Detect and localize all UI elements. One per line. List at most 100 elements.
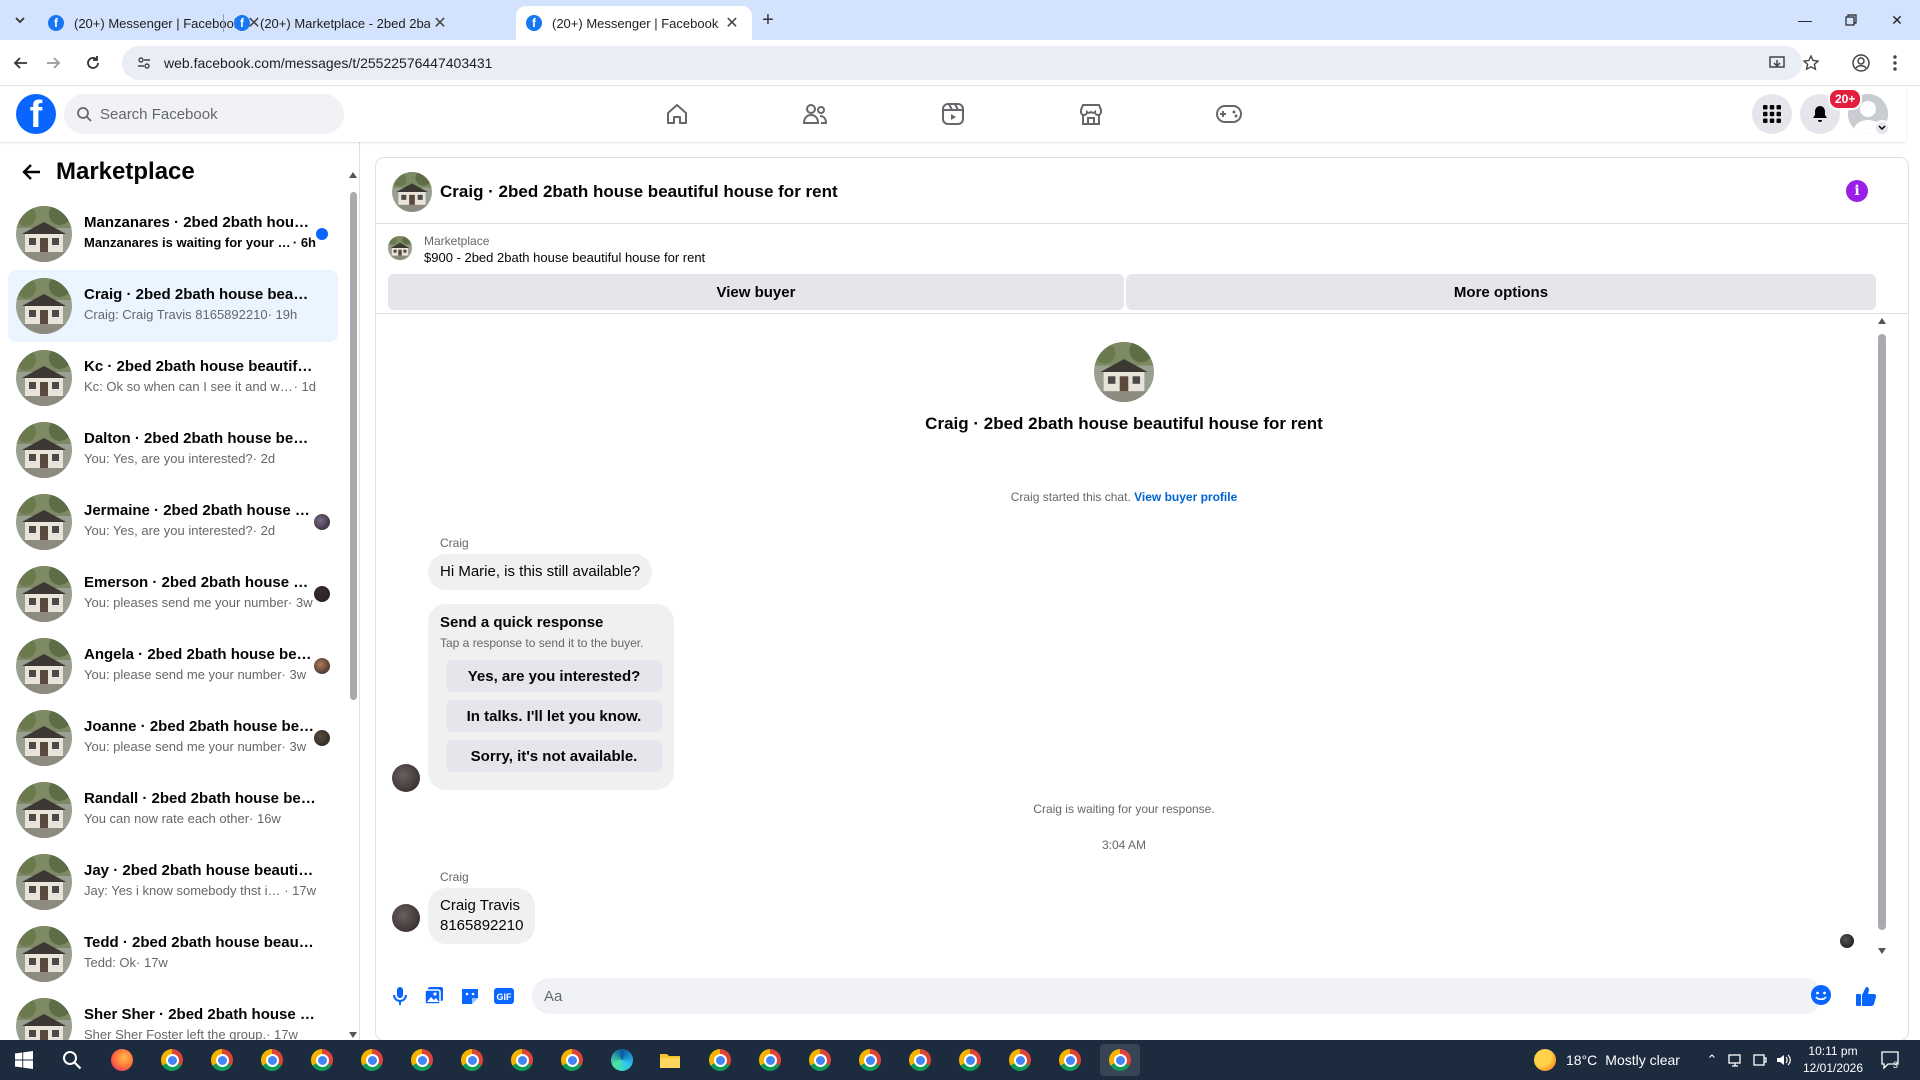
view-buyer-profile-link[interactable]: View buyer profile	[1134, 490, 1237, 504]
message-input[interactable]	[532, 978, 1822, 1014]
listing-small-thumbnail[interactable]	[388, 236, 412, 260]
conversation-item[interactable]: Jermaine · 2bed 2bath house beautiful ho…	[8, 486, 338, 558]
scroll-up-arrow[interactable]	[349, 172, 357, 178]
scrollbar-thumb[interactable]	[350, 192, 357, 700]
close-tab-icon[interactable]: ✕	[722, 13, 742, 33]
taskbar-chrome-window[interactable]	[1100, 1044, 1140, 1076]
conversation-info-button[interactable]: i	[1846, 180, 1868, 202]
tray-network-icon[interactable]	[1726, 1050, 1746, 1070]
quick-response-yes-button[interactable]: Yes, are you interested?	[446, 660, 662, 692]
send-like-button[interactable]	[1854, 984, 1878, 1008]
install-app-icon[interactable]	[1766, 52, 1788, 74]
message-bubble[interactable]: Craig Travis 8165892210	[428, 888, 536, 944]
notification-center-button[interactable]: 3	[1880, 1049, 1902, 1071]
browser-profile-icon[interactable]	[1850, 52, 1872, 74]
bookmark-star-icon[interactable]	[1800, 52, 1822, 74]
conversation-item[interactable]: Tedd · 2bed 2bath house beautiful house …	[8, 918, 338, 990]
forward-button[interactable]	[40, 50, 66, 76]
taskbar-firefox[interactable]	[102, 1044, 142, 1076]
account-chevron-icon[interactable]	[1874, 120, 1890, 136]
taskbar-chrome-window[interactable]	[1050, 1044, 1090, 1076]
conversation-item[interactable]: Manzanares · 2bed 2bath house beautiful …	[8, 198, 338, 270]
taskbar-chrome-window[interactable]	[750, 1044, 790, 1076]
taskbar-chrome-window[interactable]	[552, 1044, 592, 1076]
scroll-down-arrow[interactable]	[1878, 948, 1886, 954]
taskbar-chrome-window[interactable]	[452, 1044, 492, 1076]
nav-gaming[interactable]	[1174, 90, 1284, 138]
close-tab-icon[interactable]: ✕	[430, 13, 450, 33]
close-window-button[interactable]: ✕	[1874, 0, 1920, 40]
taskbar-chrome-window[interactable]	[1000, 1044, 1040, 1076]
menu-button[interactable]	[1752, 94, 1792, 134]
taskbar-clock[interactable]: 10:11 pm 12/01/2026	[1798, 1043, 1868, 1077]
tray-power-icon[interactable]	[1750, 1050, 1770, 1070]
sidebar-scrollbar[interactable]	[348, 172, 358, 1038]
minimize-button[interactable]: —	[1782, 0, 1828, 40]
reload-button[interactable]	[80, 50, 106, 76]
sender-avatar[interactable]	[392, 904, 420, 932]
taskbar-chrome-window[interactable]	[850, 1044, 890, 1076]
show-hidden-icons-button[interactable]: ⌃	[1702, 1050, 1722, 1070]
facebook-logo[interactable]: f	[16, 94, 56, 134]
nav-home[interactable]	[622, 90, 732, 138]
attach-photo-button[interactable]	[422, 984, 446, 1008]
conversation-item[interactable]: Randall · 2bed 2bath house beautiful hou…	[8, 774, 338, 846]
quick-response-not-available-button[interactable]: Sorry, it's not available.	[446, 740, 662, 772]
scrollbar-thumb[interactable]	[1878, 334, 1886, 930]
tray-volume-icon[interactable]	[1774, 1050, 1794, 1070]
taskbar-chrome-window[interactable]	[950, 1044, 990, 1076]
taskbar-file-explorer[interactable]	[650, 1044, 690, 1076]
conversation-item[interactable]: Dalton · 2bed 2bath house beautiful hous…	[8, 414, 338, 486]
browser-tab-3-active[interactable]: f (20+) Messenger | Facebook ✕	[516, 6, 752, 40]
scroll-down-arrow[interactable]	[349, 1032, 357, 1038]
back-button[interactable]	[8, 50, 34, 76]
sticker-button[interactable]	[458, 984, 482, 1008]
browser-menu-icon[interactable]	[1884, 52, 1906, 74]
sender-avatar[interactable]	[392, 764, 420, 792]
conversation-item[interactable]: Craig · 2bed 2bath house beautiful house…	[8, 270, 338, 342]
more-options-button[interactable]: More options	[1126, 274, 1876, 310]
intro-listing-avatar[interactable]	[1094, 342, 1154, 402]
gif-button[interactable]: GIF	[492, 984, 516, 1008]
conversation-item[interactable]: Joanne · 2bed 2bath house beautiful hous…	[8, 702, 338, 774]
nav-watch[interactable]	[898, 90, 1008, 138]
new-tab-button[interactable]: +	[756, 8, 780, 32]
back-button[interactable]	[16, 156, 48, 188]
nav-friends[interactable]	[760, 90, 870, 138]
taskbar-edge[interactable]	[602, 1044, 642, 1076]
chat-scrollbar[interactable]	[1876, 314, 1888, 960]
chat-title[interactable]: Craig · 2bed 2bath house beautiful house…	[440, 182, 838, 202]
taskbar-chrome-window[interactable]	[502, 1044, 542, 1076]
taskbar-chrome-window[interactable]	[800, 1044, 840, 1076]
taskbar-chrome-window[interactable]	[402, 1044, 442, 1076]
emoji-button[interactable]	[1810, 984, 1834, 1008]
view-buyer-button[interactable]: View buyer	[388, 274, 1124, 310]
weather-widget[interactable]: 18°C Mostly clear	[1534, 1040, 1680, 1080]
quick-response-in-talks-button[interactable]: In talks. I'll let you know.	[446, 700, 662, 732]
listing-thumbnail[interactable]	[392, 172, 432, 212]
facebook-search-box[interactable]	[64, 94, 344, 134]
listing-name[interactable]: $900 - 2bed 2bath house beautiful house …	[424, 250, 705, 265]
search-input[interactable]	[100, 105, 320, 123]
taskbar-chrome-window[interactable]	[900, 1044, 940, 1076]
taskbar-chrome-window[interactable]	[152, 1044, 192, 1076]
restore-button[interactable]	[1828, 0, 1874, 40]
scroll-up-arrow[interactable]	[1878, 318, 1886, 324]
taskbar-chrome-window[interactable]	[352, 1044, 392, 1076]
tab-search-button[interactable]	[8, 8, 32, 32]
nav-marketplace[interactable]	[1036, 90, 1146, 138]
conversation-item[interactable]: Kc · 2bed 2bath house beautiful house fo…	[8, 342, 338, 414]
taskbar-chrome-window[interactable]	[252, 1044, 292, 1076]
voice-clip-button[interactable]	[388, 984, 412, 1008]
site-info-icon[interactable]	[136, 55, 152, 71]
conversation-item[interactable]: Angela · 2bed 2bath house beautiful hous…	[8, 630, 338, 702]
taskbar-search-button[interactable]	[52, 1044, 92, 1076]
conversation-item[interactable]: Jay · 2bed 2bath house beautiful house f…	[8, 846, 338, 918]
conversation-item[interactable]: Sher Sher · 2bed 2bath house beautiful h…	[8, 990, 338, 1040]
taskbar-chrome-window[interactable]	[302, 1044, 342, 1076]
start-button[interactable]	[4, 1044, 44, 1076]
browser-tab-2[interactable]: f (20+) Marketplace - 2bed 2bath ✕	[224, 6, 460, 40]
taskbar-chrome-window[interactable]	[202, 1044, 242, 1076]
address-bar[interactable]: web.facebook.com/messages/t/255225764474…	[122, 46, 1802, 80]
message-bubble[interactable]: Hi Marie, is this still available?	[428, 554, 653, 590]
